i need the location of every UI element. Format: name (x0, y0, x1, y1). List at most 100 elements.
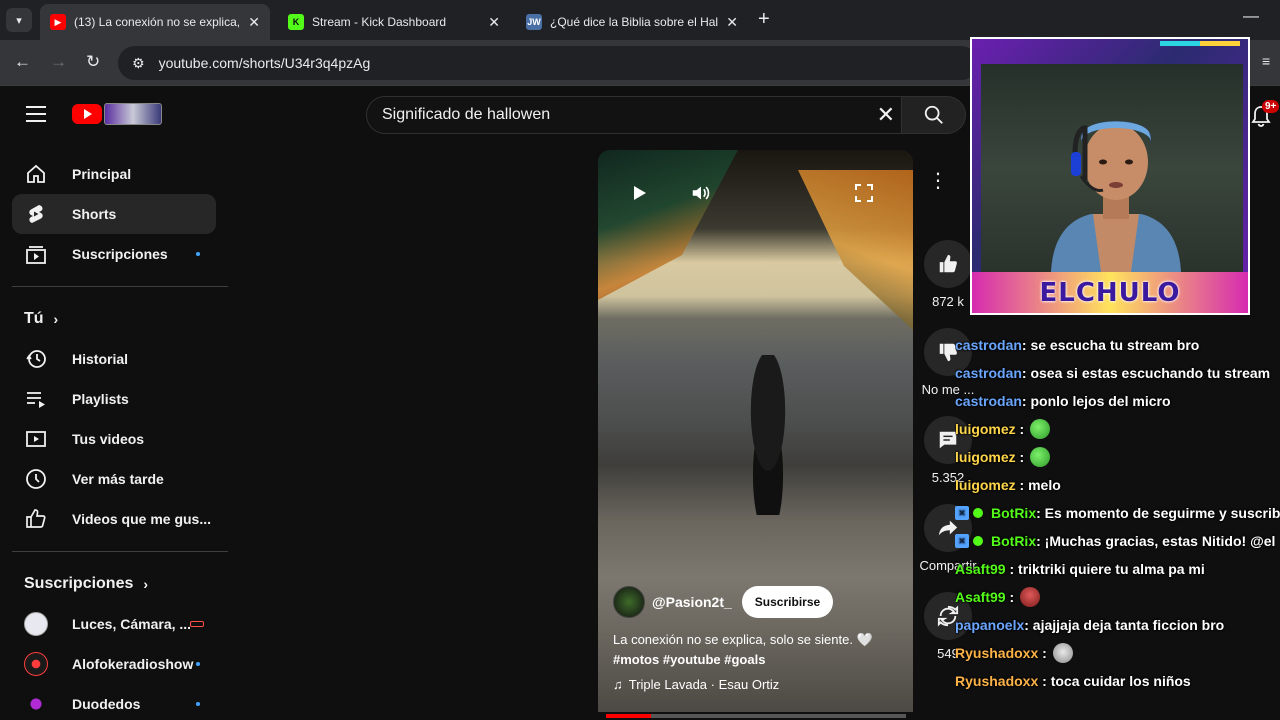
search-input[interactable]: Significado de hallowen (382, 106, 877, 124)
thumbs-up-icon (939, 254, 957, 273)
search-icon (924, 105, 943, 124)
search-box[interactable]: Significado de hallowen ✕ (366, 96, 902, 134)
sidebar-item-tus-videos[interactable]: Tus videos (12, 419, 216, 459)
sidebar-item-historial[interactable]: Historial (12, 339, 216, 379)
short-description[interactable]: La conexión no se explica, solo se sient… (613, 630, 903, 670)
chevron-right-icon: › (143, 576, 149, 592)
sidebar-item-suscripciones[interactable]: Suscripciones (12, 234, 216, 274)
chevron-right-icon: › (53, 311, 59, 327)
sidebar-subscription-alofoke[interactable]: Alofokeradioshow (12, 644, 216, 684)
site-info-icon[interactable]: ⚙ (132, 55, 145, 72)
tab-search-button[interactable]: ▾ (6, 8, 32, 32)
music-title: Triple Lavada · Esau Ortiz (628, 677, 780, 692)
liked-videos-icon (24, 507, 48, 531)
tab-title: Stream - Kick Dashboard (312, 15, 447, 29)
sidebar-item-playlists[interactable]: Playlists (12, 379, 216, 419)
chat-message: ✕ BotRix: Es momento de seguirme y suscri… (955, 499, 1280, 527)
sidebar-item-label: Shorts (72, 206, 117, 222)
new-content-dot (196, 662, 200, 666)
sidebar-item-label: Principal (72, 166, 132, 182)
new-content-dot (196, 702, 200, 706)
minimize-window-icon[interactable]: — (1243, 8, 1259, 26)
search-button[interactable] (902, 96, 966, 134)
streamer-name-banner: ELCHULO (972, 272, 1248, 313)
shorts-video-player[interactable]: @Pasion2t_ Suscribirse La conexión no se… (598, 150, 913, 712)
sidebar-divider (12, 286, 228, 287)
notifications-button[interactable]: 9+ (1250, 100, 1280, 133)
chat-message: luigomez : melo (955, 471, 1061, 499)
shorts-icon (24, 202, 48, 226)
verified-badge-icon (973, 508, 983, 518)
volume-button[interactable] (680, 172, 722, 214)
sidebar-subscription-luces-camara[interactable]: Luces, Cámara, ... (12, 604, 216, 644)
sidebar-item-principal[interactable]: Principal (12, 154, 216, 194)
chat-badges: ✕ (955, 506, 985, 520)
sidebar-divider (12, 551, 228, 552)
tab-title: (13) La conexión no se explica, solo se … (74, 15, 241, 29)
subscribe-button[interactable]: Suscribirse (741, 586, 834, 618)
tab-kick-dashboard[interactable]: K Stream - Kick Dashboard ✕ (278, 4, 510, 40)
sidebar-item-label: Alofokeradioshow (72, 656, 194, 672)
back-arrow-icon[interactable]: ← (14, 52, 31, 72)
sidebar-item-ver-mas-tarde[interactable]: Ver más tarde (12, 459, 216, 499)
sidebar-item-liked-videos[interactable]: Videos que me gus... (12, 499, 216, 539)
close-tab-icon[interactable]: ✕ (726, 14, 738, 31)
close-tab-icon[interactable]: ✕ (488, 14, 500, 31)
tab-youtube-short[interactable]: ▶ (13) La conexión no se explica, solo s… (40, 4, 270, 40)
chat-username: luigomez (955, 421, 1016, 437)
reload-icon[interactable]: ↻ (86, 52, 100, 72)
cat-emote-icon (1052, 643, 1073, 663)
hamburger-menu-icon[interactable] (26, 106, 46, 122)
play-button[interactable] (618, 172, 660, 214)
streamer-webcam-overlay: ELCHULO (970, 37, 1250, 315)
reading-list-icon[interactable]: ≡ (1262, 53, 1270, 69)
chat-username: Asaft99 (955, 589, 1006, 605)
sidebar-item-label: Tus videos (72, 431, 145, 447)
youtube-doodle-logo[interactable] (104, 103, 162, 125)
chat-message: papanoelx: ajajjaja deja tanta ficcion b… (955, 611, 1224, 639)
like-button[interactable] (924, 240, 972, 288)
chat-text: : ponlo lejos del micro (1021, 393, 1171, 409)
channel-avatar[interactable] (613, 586, 645, 618)
youtube-logo-icon[interactable] (72, 104, 102, 124)
chat-badges: ✕ (955, 534, 985, 548)
clear-search-icon[interactable]: ✕ (877, 102, 895, 128)
close-tab-icon[interactable]: ✕ (248, 14, 260, 31)
bot-badge-icon: ✕ (955, 534, 969, 548)
chat-text: : triktriki quiere tu alma pa mi (1005, 561, 1205, 577)
chat-message: luigomez : (955, 443, 1051, 471)
jw-favicon-icon: JW (526, 14, 542, 30)
chat-text: : (1015, 421, 1025, 437)
sidebar-subscription-duodedos[interactable]: Duodedos (12, 684, 216, 720)
verified-badge-icon (973, 536, 983, 546)
sidebar-item-shorts[interactable]: Shorts (12, 194, 216, 234)
home-icon (24, 162, 48, 186)
red-devil-emote-icon (1020, 587, 1041, 607)
new-tab-icon[interactable]: + (758, 8, 770, 31)
forward-arrow-icon[interactable]: → (50, 52, 67, 72)
subscriptions-icon (24, 242, 48, 266)
fullscreen-button[interactable] (843, 172, 885, 214)
channel-handle[interactable]: @Pasion2t_ (652, 594, 732, 610)
bot-badge-icon: ✕ (955, 506, 969, 520)
tab-jw-article[interactable]: JW ¿Qué dice la Biblia sobre el Hallowee… (516, 4, 748, 40)
watch-later-icon (24, 467, 48, 491)
chat-username: BotRix (991, 533, 1037, 549)
avatar (24, 612, 48, 636)
webcam-frame-accent (1200, 41, 1240, 46)
tab-title: ¿Qué dice la Biblia sobre el Halloween? (550, 15, 719, 29)
sidebar-item-label: Videos que me gus... (72, 511, 212, 527)
chat-message: ✕ BotRix: ¡Muchas gracias, estas Nitido! … (955, 527, 1275, 555)
fullscreen-icon (855, 184, 873, 202)
sidebar-section-subscriptions[interactable]: Suscripciones › (24, 575, 148, 593)
sidebar-item-label: Ver más tarde (72, 471, 164, 487)
video-progress-bar[interactable] (606, 714, 906, 718)
chat-username: luigomez (955, 449, 1016, 465)
address-bar[interactable]: ⚙ youtube.com/shorts/U34r3q4pzAg (118, 46, 978, 80)
green-blob-emote-icon (1030, 447, 1051, 467)
short-music-link[interactable]: ♫ Triple Lavada · Esau Ortiz (613, 677, 779, 692)
chat-username: Ryushadoxx (955, 673, 1039, 689)
sidebar-section-you[interactable]: Tú › (24, 310, 58, 328)
short-hashtags[interactable]: #motos #youtube #goals (613, 650, 903, 670)
more-options-icon[interactable]: ⋮ (928, 168, 948, 193)
